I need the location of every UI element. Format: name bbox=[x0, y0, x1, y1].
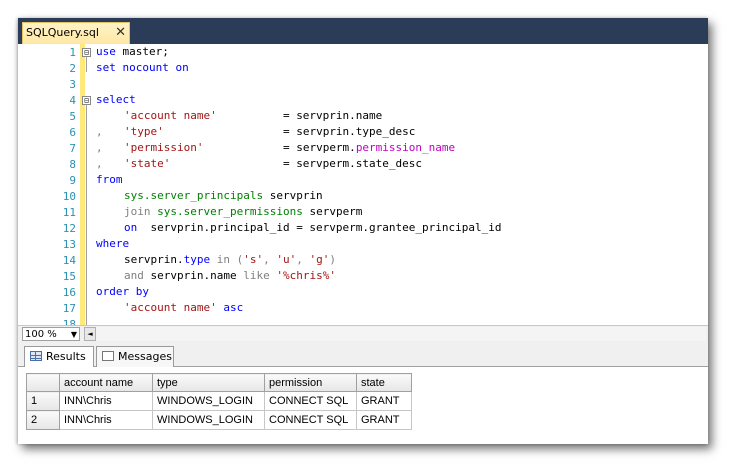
code-line-9: from bbox=[96, 173, 123, 186]
table-cell[interactable]: CONNECT SQL bbox=[264, 391, 357, 411]
code-line-2: set nocount on bbox=[96, 61, 189, 74]
close-icon[interactable]: ✕ bbox=[115, 23, 126, 43]
code-line-5: 'account name' = servprin.name bbox=[124, 109, 383, 122]
code-line-14: servprin.type in ('s', 'u', 'g') bbox=[124, 253, 336, 266]
column-header[interactable]: state bbox=[356, 373, 412, 392]
line-number: 10 bbox=[62, 190, 76, 203]
collapse-icon[interactable]: ⊟ bbox=[82, 96, 91, 105]
zoom-value: 100 % bbox=[25, 329, 57, 340]
messages-icon bbox=[102, 351, 114, 361]
line-number: 17 bbox=[62, 302, 76, 315]
code-line-13: where bbox=[96, 237, 130, 250]
chevron-down-icon: ▼ bbox=[70, 330, 77, 339]
code-line-4: select bbox=[96, 93, 136, 106]
code-line-7-body: 'permission' = servperm.permission_name bbox=[124, 141, 456, 154]
results-tabstrip: Results Messages bbox=[18, 343, 708, 368]
table-cell[interactable]: WINDOWS_LOGIN bbox=[152, 410, 265, 430]
line-number: 12 bbox=[62, 222, 76, 235]
line-number: 13 bbox=[62, 238, 76, 251]
line-number: 4 bbox=[69, 94, 76, 107]
table-cell[interactable]: INN\Chris bbox=[59, 391, 153, 411]
grid-header-row: account name type permission state bbox=[26, 373, 412, 392]
code-line-7: , bbox=[96, 141, 103, 154]
code-line-8-body: 'state' = servperm.state_desc bbox=[124, 157, 423, 170]
table-cell[interactable]: WINDOWS_LOGIN bbox=[152, 391, 265, 411]
tab-messages-label: Messages bbox=[118, 350, 172, 363]
scroll-left-icon[interactable]: ◄ bbox=[84, 327, 96, 341]
tab-results-label: Results bbox=[46, 350, 86, 363]
column-header[interactable]: permission bbox=[264, 373, 357, 392]
horizontal-scrollbar[interactable] bbox=[96, 327, 706, 341]
code-line-15: and servprin.name like '%chris%' bbox=[124, 269, 336, 282]
line-number: 3 bbox=[69, 78, 76, 91]
table-cell[interactable]: GRANT bbox=[356, 391, 412, 411]
table-cell[interactable]: GRANT bbox=[356, 410, 412, 430]
line-number: 1 bbox=[69, 46, 76, 59]
column-header[interactable]: type bbox=[152, 373, 265, 392]
code-line-1: use master; bbox=[96, 45, 169, 58]
line-number: 9 bbox=[69, 174, 76, 187]
line-number: 18 bbox=[62, 318, 76, 325]
tab-title: SQLQuery.sql bbox=[26, 26, 99, 39]
line-number: 7 bbox=[69, 142, 76, 155]
line-number: 2 bbox=[69, 62, 76, 75]
line-number: 14 bbox=[62, 254, 76, 267]
tab-results[interactable]: Results bbox=[24, 346, 94, 368]
code-line-6: , bbox=[96, 125, 103, 138]
code-line-12: on servprin.principal_id = servperm.gran… bbox=[124, 221, 502, 234]
column-header[interactable]: account name bbox=[59, 373, 153, 392]
row-number[interactable]: 2 bbox=[26, 410, 60, 430]
zoom-dropdown[interactable]: 100 % ▼ bbox=[22, 327, 80, 341]
query-editor[interactable]: 1 2 3 4 5 6 7 8 9 10 11 12 13 14 15 16 1… bbox=[18, 44, 708, 325]
line-number: 11 bbox=[62, 206, 76, 219]
ssms-window: SQLQuery.sql ✕ 1 2 3 4 5 6 7 8 9 10 11 1… bbox=[18, 18, 708, 444]
table-cell[interactable]: INN\Chris bbox=[59, 410, 153, 430]
code-line-17: 'account name' asc bbox=[124, 301, 244, 314]
outline-line bbox=[86, 56, 87, 72]
code-line-8: , bbox=[96, 157, 103, 170]
code-line-6-body: 'type' = servprin.type_desc bbox=[124, 125, 416, 138]
table-row[interactable]: 1 INN\Chris WINDOWS_LOGIN CONNECT SQL GR… bbox=[26, 391, 412, 411]
results-grid-area: account name type permission state 1 INN… bbox=[18, 367, 708, 444]
code-line-16: order by bbox=[96, 285, 149, 298]
tab-messages[interactable]: Messages bbox=[96, 346, 174, 367]
editor-status-bar: 100 % ▼ ◄ bbox=[18, 325, 708, 343]
results-grid: account name type permission state 1 INN… bbox=[26, 373, 412, 430]
code-line-11: join sys.server_permissions servperm bbox=[124, 205, 363, 218]
table-row[interactable]: 2 INN\Chris WINDOWS_LOGIN CONNECT SQL GR… bbox=[26, 410, 412, 430]
code-line-10: sys.server_principals servprin bbox=[124, 189, 323, 202]
document-tabstrip: SQLQuery.sql ✕ bbox=[18, 18, 708, 44]
line-number: 8 bbox=[69, 158, 76, 171]
collapse-icon[interactable]: ⊟ bbox=[82, 48, 91, 57]
table-cell[interactable]: CONNECT SQL bbox=[264, 410, 357, 430]
grid-icon bbox=[30, 351, 42, 361]
change-tracking-bar bbox=[80, 44, 85, 325]
line-number: 5 bbox=[69, 110, 76, 123]
row-number[interactable]: 1 bbox=[26, 391, 60, 411]
outline-line bbox=[86, 104, 87, 325]
grid-corner[interactable] bbox=[26, 373, 60, 392]
line-number: 6 bbox=[69, 126, 76, 139]
line-number: 16 bbox=[62, 286, 76, 299]
tab-sqlquery[interactable]: SQLQuery.sql ✕ bbox=[22, 22, 130, 44]
line-number: 15 bbox=[62, 270, 76, 283]
